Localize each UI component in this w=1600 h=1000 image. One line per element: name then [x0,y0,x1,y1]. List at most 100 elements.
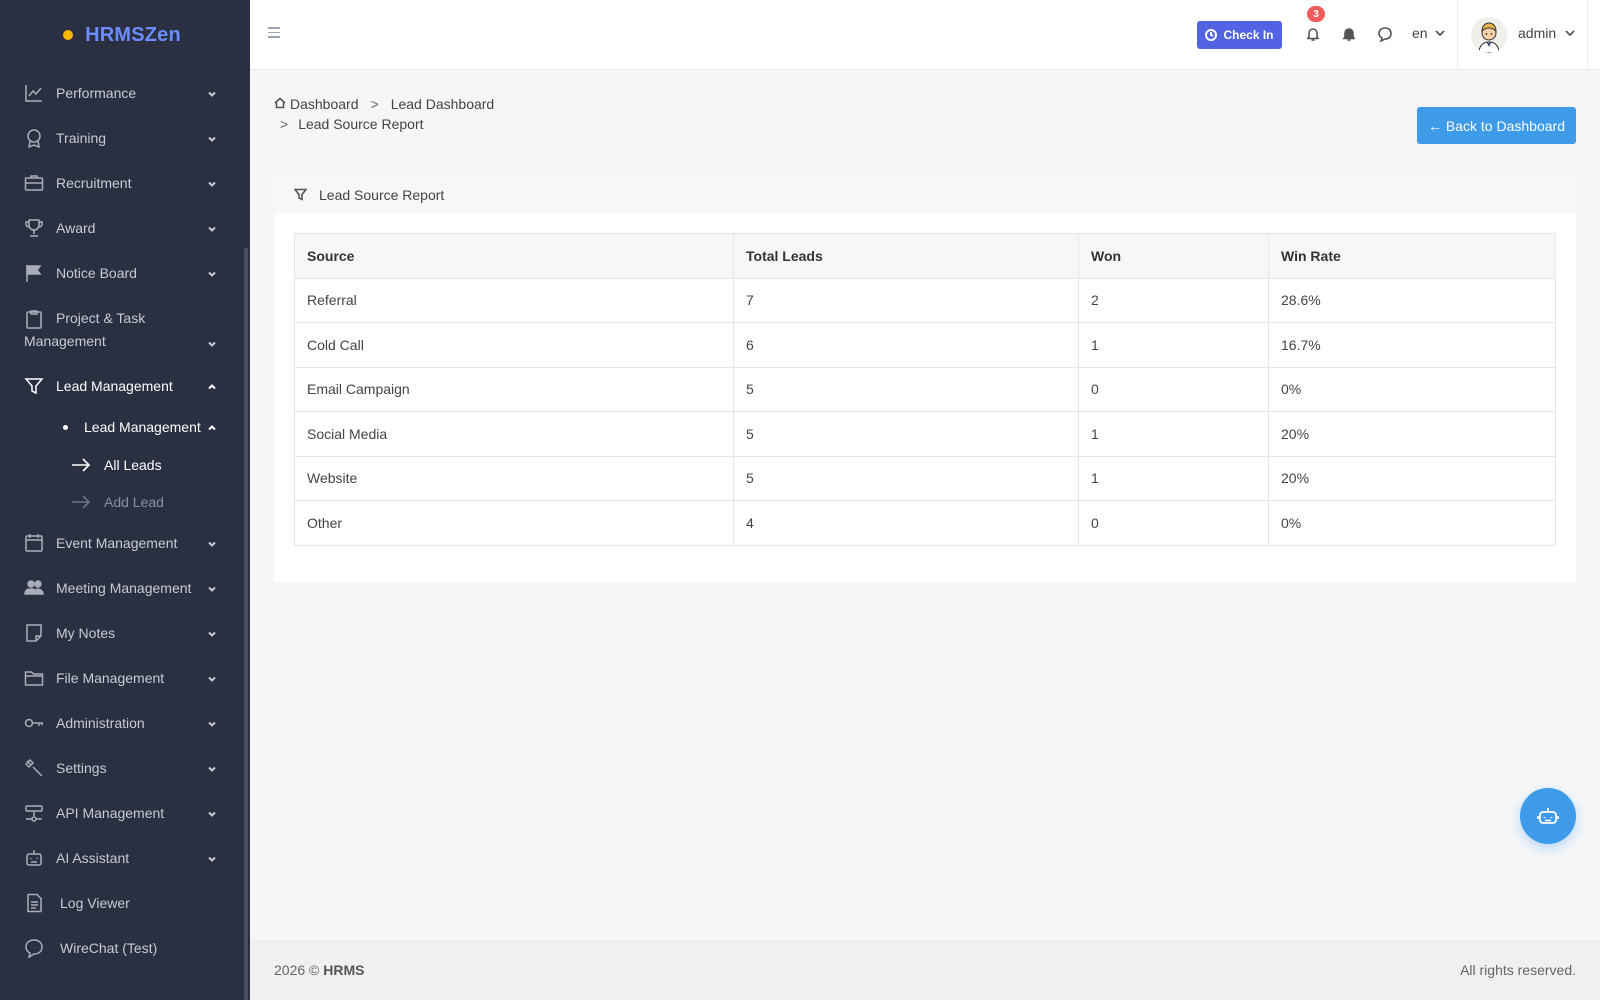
table-cell: 6 [733,322,1079,368]
column-header[interactable]: Total Leads [733,233,1079,279]
sidebar-item-label: Meeting Management [56,579,192,596]
sidebar-item-training[interactable]: Training [0,115,242,160]
table-cell: 1 [1078,322,1269,368]
footer-brand: HRMS [323,962,365,978]
footer-rights: All rights reserved. [1460,962,1576,978]
sidebar-scrollbar[interactable] [244,248,248,1000]
header-divider [1457,0,1458,70]
menu-toggle-icon[interactable] [268,27,280,39]
sidebar-item-performance[interactable]: Performance [0,70,242,115]
card-title: Lead Source Report [319,186,445,203]
chevron-down-icon [206,177,218,189]
sidebar-item-api-management[interactable]: API Management [0,790,242,835]
sidebar-item-administration[interactable]: Administration [0,700,242,745]
table-cell: 0% [1268,500,1556,546]
table-row: Email Campaign 5 0 0% [294,366,1556,412]
lead-source-table: Source Total Leads Won Win Rate Referral… [294,233,1556,546]
table-cell: 20% [1268,411,1556,457]
sidebar-item-my-notes[interactable]: My Notes [0,610,242,655]
sidebar-link-add-lead[interactable]: Add Lead [0,483,242,520]
footer: 2026 © HRMS All rights reserved. [250,940,1600,1000]
sidebar-item-ai-assistant[interactable]: AI Assistant [0,835,242,880]
footer-year: 2026 © [274,962,324,978]
breadcrumb-separator: > [370,96,379,112]
sidebar-item-notice-board[interactable]: Notice Board [0,250,242,295]
bell-filled-icon[interactable] [1341,26,1357,42]
clock-icon [1205,29,1218,41]
sidebar-item-file-management[interactable]: File Management [0,655,242,700]
table-row: Website 5 1 20% [294,455,1556,501]
table-cell: Other [294,500,734,546]
sidebar-item-recruitment[interactable]: Recruitment [0,160,242,205]
bullet-icon [63,424,68,430]
sidebar-item-project-task[interactable]: Project & Task Management [0,295,242,363]
sidebar-item-label: Administration [56,714,145,731]
chevron-down-icon [206,87,218,99]
sidebar-link-all-leads[interactable]: All Leads [0,446,242,483]
briefcase-icon [24,173,44,193]
chevron-down-icon [206,537,218,549]
table-cell: 0 [1078,366,1269,412]
sidebar-item-log-viewer[interactable]: Log Viewer [0,880,242,925]
table-cell: 5 [733,411,1079,457]
message-icon[interactable] [1377,26,1393,43]
users-icon [24,578,44,598]
sidebar-subitem-label: Lead Management [84,419,201,435]
user-menu[interactable]: admin [1518,25,1576,41]
chevron-down-icon [206,762,218,774]
sidebar-subitem-lead-management[interactable]: Lead Management [0,408,242,446]
column-header[interactable]: Won [1078,233,1269,279]
chat-icon [24,938,44,958]
chevron-up-icon [206,421,218,433]
ai-assistant-fab[interactable] [1520,788,1576,844]
wrench-icon [24,758,44,778]
sidebar-item-award[interactable]: Award [0,205,242,250]
table-cell: 4 [733,500,1079,546]
sidebar-item-meeting-management[interactable]: Meeting Management [0,565,242,610]
calendar-icon [24,533,44,553]
table-cell: 0% [1268,366,1556,412]
brand-logo[interactable]: HRMSZen [0,0,250,70]
chevron-down-icon [206,582,218,594]
column-header[interactable]: Source [294,233,734,279]
sidebar-item-wirechat[interactable]: WireChat (Test) [0,925,242,970]
back-to-dashboard-button[interactable]: ← Back to Dashboard [1417,107,1576,144]
sidebar-item-label: Notice Board [56,264,137,281]
chevron-down-icon [206,717,218,729]
breadcrumb: Dashboard > Lead Dashboard > Lead Source… [274,94,494,134]
breadcrumb-link-lead-dashboard[interactable]: Lead Dashboard [391,94,495,114]
report-card: Lead Source Report Source Total Leads Wo… [274,176,1576,582]
trophy-icon [24,218,44,238]
breadcrumb-link-dashboard[interactable]: Dashboard [290,94,359,114]
sidebar-item-label: My Notes [56,624,116,641]
bell-outline-icon[interactable] [1305,26,1321,42]
clipboard-icon [24,309,44,329]
avatar[interactable] [1471,17,1507,53]
table-row: Other 4 0 0% [294,500,1556,546]
chart-line-icon [24,83,44,103]
table-cell: 7 [733,277,1079,323]
language-selector[interactable]: en [1412,25,1446,41]
user-name: admin [1518,25,1557,41]
sidebar-item-label: Performance [56,84,137,101]
notification-badge: 3 [1307,6,1325,22]
sidebar-item-settings[interactable]: Settings [0,745,242,790]
sidebar-link-label: All Leads [104,456,162,473]
home-icon [274,94,286,114]
table-cell: 1 [1078,455,1269,501]
table-cell: 5 [733,455,1079,501]
chevron-down-icon [206,627,218,639]
award-ribbon-icon [24,128,44,148]
sidebar-item-label: Recruitment [56,174,132,191]
key-icon [24,713,44,733]
sidebar-item-label: Settings [56,759,107,776]
sidebar-link-label: Add Lead [104,493,164,510]
sidebar-item-event-management[interactable]: Event Management [0,520,242,565]
sidebar-item-lead-management[interactable]: Lead Management [0,363,242,408]
check-in-button[interactable]: Check In [1197,21,1282,49]
sidebar-item-label: File Management [56,669,165,686]
column-header[interactable]: Win Rate [1268,233,1556,279]
table-header-row: Source Total Leads Won Win Rate [294,233,1556,279]
table-cell: 5 [733,366,1079,412]
chevron-down-icon [206,337,218,349]
